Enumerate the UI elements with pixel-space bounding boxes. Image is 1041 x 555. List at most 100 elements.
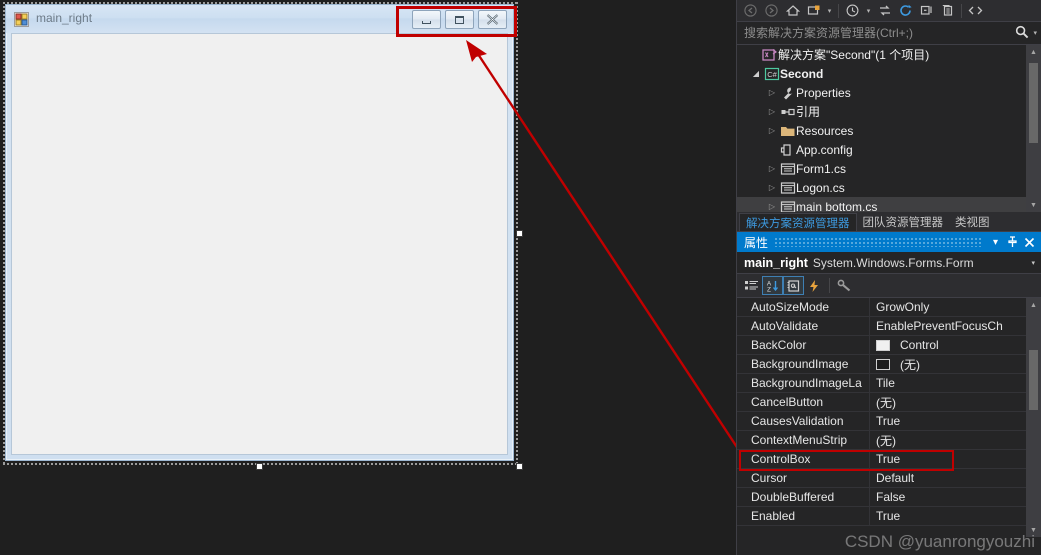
twisty-collapsed-icon[interactable]: ▷ <box>765 121 779 140</box>
search-input[interactable] <box>744 26 1014 40</box>
tab-team-explorer[interactable]: 团队资源管理器 <box>857 213 950 231</box>
property-row-contextmenustrip[interactable]: ContextMenuStrip (无) <box>737 431 1041 450</box>
property-value-cell[interactable]: Control <box>870 338 1041 352</box>
property-value-cell[interactable]: (无) <box>870 356 1041 373</box>
form-titlebar[interactable]: main_right <box>6 5 513 33</box>
scroll-up-arrow-icon[interactable]: ▲ <box>1026 45 1041 59</box>
categorized-icon[interactable] <box>741 276 762 295</box>
events-icon[interactable] <box>804 276 825 295</box>
alphabetical-icon[interactable]: AZ <box>762 276 783 295</box>
maximize-button[interactable] <box>445 10 474 29</box>
property-value: Control <box>900 338 939 352</box>
pending-changes-icon[interactable] <box>803 1 824 20</box>
home-icon[interactable] <box>782 1 803 20</box>
property-row-controlbox[interactable]: ControlBox True <box>737 450 1041 469</box>
property-row-causesvalidation[interactable]: CausesValidation True <box>737 412 1041 431</box>
window-dropdown-button[interactable]: ▾ <box>987 233 1004 251</box>
tree-item-label: Properties <box>796 85 851 100</box>
minimize-icon <box>413 11 440 28</box>
solution-explorer-search[interactable]: ▾ <box>737 22 1041 45</box>
property-row-autosizemode[interactable]: AutoSizeMode GrowOnly <box>737 298 1041 317</box>
show-all-files-icon[interactable] <box>937 1 958 20</box>
tab-class-view[interactable]: 类视图 <box>949 213 996 231</box>
twisty-collapsed-icon[interactable]: ▷ <box>765 102 779 121</box>
form-designer-canvas[interactable]: main_right <box>0 0 736 555</box>
chevron-down-icon[interactable]: ▾ <box>824 1 835 20</box>
window-drag-grip[interactable] <box>774 237 981 247</box>
property-value[interactable]: True <box>870 414 1041 428</box>
tree-scrollbar[interactable]: ▲ ▼ <box>1026 45 1041 212</box>
property-row-backcolor[interactable]: BackColor Control <box>737 336 1041 355</box>
property-row-backgroundimage[interactable]: BackgroundImage (无) <box>737 355 1041 374</box>
tree-item-project-second[interactable]: ◢ C# Second <box>737 64 1041 83</box>
sync-with-active-document-icon[interactable] <box>874 1 895 20</box>
properties-window-header[interactable]: 属性 ▾ <box>737 232 1041 252</box>
twisty-collapsed-icon[interactable]: ▷ <box>765 83 779 102</box>
property-grid-scrollbar[interactable]: ▲ ▼ <box>1026 298 1041 537</box>
back-icon[interactable] <box>740 1 761 20</box>
property-row-enabled[interactable]: Enabled True <box>737 507 1041 526</box>
scroll-down-arrow-icon[interactable]: ▼ <box>1026 523 1041 537</box>
property-value[interactable]: False <box>870 490 1041 504</box>
view-code-icon[interactable] <box>965 1 986 20</box>
property-value[interactable]: True <box>870 509 1041 523</box>
twisty-expanded-icon[interactable]: ◢ <box>749 64 763 83</box>
twisty-collapsed-icon[interactable]: ▷ <box>765 178 779 197</box>
scrollbar-thumb[interactable] <box>1029 350 1038 410</box>
property-value[interactable]: GrowOnly <box>870 300 1041 314</box>
twisty-collapsed-icon[interactable]: ▷ <box>765 197 779 212</box>
scrollbar-thumb[interactable] <box>1029 63 1038 143</box>
tree-item-resources[interactable]: ▷ Resources <box>737 121 1041 140</box>
properties-object-selector[interactable]: main_right System.Windows.Forms.Form ▾ <box>737 252 1041 274</box>
properties-icon[interactable] <box>783 276 804 295</box>
property-row-doublebuffered[interactable]: DoubleBuffered False <box>737 488 1041 507</box>
solution-tree[interactable]: 解决方案"Second"(1 个项目) ◢ C# Second ▷ Proper… <box>737 45 1041 212</box>
property-name: BackgroundImage <box>737 355 870 373</box>
scroll-up-arrow-icon[interactable]: ▲ <box>1026 298 1041 312</box>
tree-item-app-config[interactable]: App.config <box>737 140 1041 159</box>
property-grid[interactable]: AutoSizeMode GrowOnly AutoValidate Enabl… <box>737 298 1041 537</box>
property-value[interactable]: Tile <box>870 376 1041 390</box>
history-icon[interactable] <box>842 1 863 20</box>
resize-handle-middle-right[interactable] <box>516 230 523 237</box>
chevron-down-icon-history[interactable]: ▾ <box>863 1 874 20</box>
refresh-icon[interactable] <box>895 1 916 20</box>
minimize-button[interactable] <box>412 10 441 29</box>
property-value[interactable]: True <box>870 452 1041 466</box>
property-name: Cursor <box>737 469 870 487</box>
pin-icon[interactable] <box>1004 233 1021 251</box>
twisty-collapsed-icon[interactable]: ▷ <box>765 159 779 178</box>
collapse-all-icon[interactable] <box>916 1 937 20</box>
tree-item-solution[interactable]: 解决方案"Second"(1 个项目) <box>737 45 1041 64</box>
close-button[interactable] <box>478 10 507 29</box>
tree-item-main-bottom-cs[interactable]: ▷ main bottom.cs <box>737 197 1041 212</box>
property-value[interactable]: EnablePreventFocusCh <box>870 319 1041 333</box>
chevron-down-icon[interactable]: ▾ <box>1031 259 1038 267</box>
property-row-backgroundimagelayout[interactable]: BackgroundImageLa Tile <box>737 374 1041 393</box>
property-value[interactable]: Default <box>870 471 1041 485</box>
property-value[interactable]: (无) <box>870 432 1041 449</box>
property-name: CausesValidation <box>737 412 870 430</box>
search-dropdown-caret[interactable]: ▾ <box>1031 29 1037 37</box>
design-surface-form[interactable]: main_right <box>5 4 514 461</box>
form-client-area[interactable] <box>11 33 508 455</box>
toolbar-separator-2 <box>961 3 962 18</box>
tab-solution-explorer[interactable]: 解决方案资源管理器 <box>739 213 857 231</box>
tree-item-form1-cs[interactable]: ▷ Form1.cs <box>737 159 1041 178</box>
property-pages-icon[interactable] <box>834 276 855 295</box>
resize-handle-bottom-right[interactable] <box>516 463 523 470</box>
forward-icon[interactable] <box>761 1 782 20</box>
property-row-autovalidate[interactable]: AutoValidate EnablePreventFocusCh <box>737 317 1041 336</box>
search-icon[interactable] <box>1013 25 1031 42</box>
scroll-down-arrow-icon[interactable]: ▼ <box>1026 198 1041 212</box>
tree-item-label: Resources <box>796 123 854 138</box>
tree-item-references[interactable]: ▷ 引用 <box>737 102 1041 121</box>
property-row-cursor[interactable]: Cursor Default <box>737 469 1041 488</box>
tree-item-properties[interactable]: ▷ Properties <box>737 83 1041 102</box>
property-name: CancelButton <box>737 393 870 411</box>
resize-handle-bottom-center[interactable] <box>256 463 263 470</box>
property-row-cancelbutton[interactable]: CancelButton (无) <box>737 393 1041 412</box>
close-icon[interactable] <box>1021 233 1038 251</box>
tree-item-logon-cs[interactable]: ▷ Logon.cs <box>737 178 1041 197</box>
property-value[interactable]: (无) <box>870 394 1041 411</box>
